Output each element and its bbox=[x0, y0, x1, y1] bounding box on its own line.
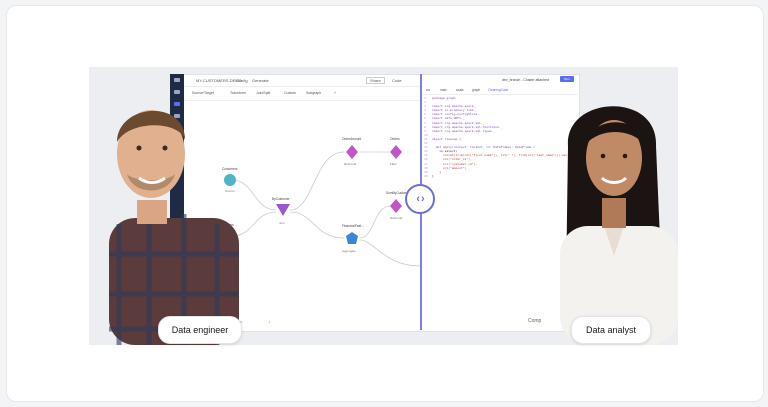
node-reformat[interactable]: OrderAmount Reformat bbox=[342, 137, 361, 166]
node-sub: Join bbox=[279, 221, 285, 225]
line-number: 20 bbox=[424, 173, 428, 178]
branch-select[interactable]: Generate bbox=[252, 78, 269, 83]
download-icon[interactable]: ↓ bbox=[268, 319, 271, 325]
rail-home-icon[interactable] bbox=[174, 78, 180, 82]
node-sub: Filter bbox=[390, 162, 397, 166]
data-engineer-portrait bbox=[109, 110, 239, 345]
toolbar-item[interactable]: Join/Split bbox=[256, 91, 270, 95]
node-sub: Aggregate bbox=[342, 249, 356, 253]
line-text: object Cleanup { bbox=[432, 136, 461, 141]
config-label[interactable]: Config bbox=[236, 78, 248, 83]
line-text: import org.apache.spark.sql.types._ bbox=[432, 128, 496, 133]
node-title: FinancialFeat... bbox=[342, 224, 364, 228]
toolbar-item[interactable]: Custom bbox=[284, 91, 296, 95]
edge-aggregate-target bbox=[359, 239, 420, 267]
data-analyst-portrait bbox=[560, 106, 678, 345]
breadcrumb-item[interactable]: graph bbox=[472, 88, 480, 92]
run-button[interactable]: Run bbox=[560, 76, 574, 82]
edge-aggregate-sum bbox=[359, 205, 391, 239]
node-aggregate[interactable]: FinancialFeat... Aggregate bbox=[342, 224, 364, 253]
data-analyst-label: Data analyst bbox=[571, 316, 651, 344]
data-engineer-label: Data engineer bbox=[158, 316, 242, 344]
node-sub: Reformat bbox=[344, 162, 357, 166]
node-join[interactable]: ByCustomer Join bbox=[272, 197, 290, 225]
share-button[interactable]: Share bbox=[366, 77, 385, 84]
line-text: package graph bbox=[432, 96, 456, 100]
breadcrumb-item[interactable]: CleaningCode bbox=[488, 88, 508, 92]
breadcrumb-item[interactable]: src bbox=[426, 88, 430, 92]
toolbar-item[interactable]: Subgraph bbox=[306, 91, 321, 95]
breadcrumb-item[interactable]: scala bbox=[456, 88, 463, 92]
code-header: dev_branch - Cluster attached bbox=[422, 74, 578, 86]
breadcrumb-item[interactable]: main bbox=[440, 88, 447, 92]
node-title: ByCustomer bbox=[272, 197, 290, 201]
cluster-status[interactable]: dev_branch - Cluster attached bbox=[502, 78, 549, 82]
edge-join-aggregate bbox=[289, 211, 345, 239]
edge-join-reformat bbox=[289, 151, 345, 211]
code-brackets-icon: ‹ › bbox=[416, 193, 424, 205]
code-button[interactable]: Code bbox=[392, 78, 402, 83]
node-filter[interactable]: Orders Filter bbox=[390, 137, 402, 166]
project-name[interactable]: MY-CUSTOMERS-DEMO bbox=[196, 78, 242, 83]
toolbar-item[interactable]: + bbox=[334, 91, 336, 95]
code-toggle-handle[interactable]: ‹ › bbox=[405, 184, 435, 214]
node-sub: Reformat bbox=[390, 216, 403, 220]
node-title: OrderAmount bbox=[342, 137, 361, 141]
compile-status: Comp bbox=[528, 318, 542, 324]
node-title: Orders bbox=[390, 137, 400, 141]
line-text: } bbox=[432, 173, 434, 178]
